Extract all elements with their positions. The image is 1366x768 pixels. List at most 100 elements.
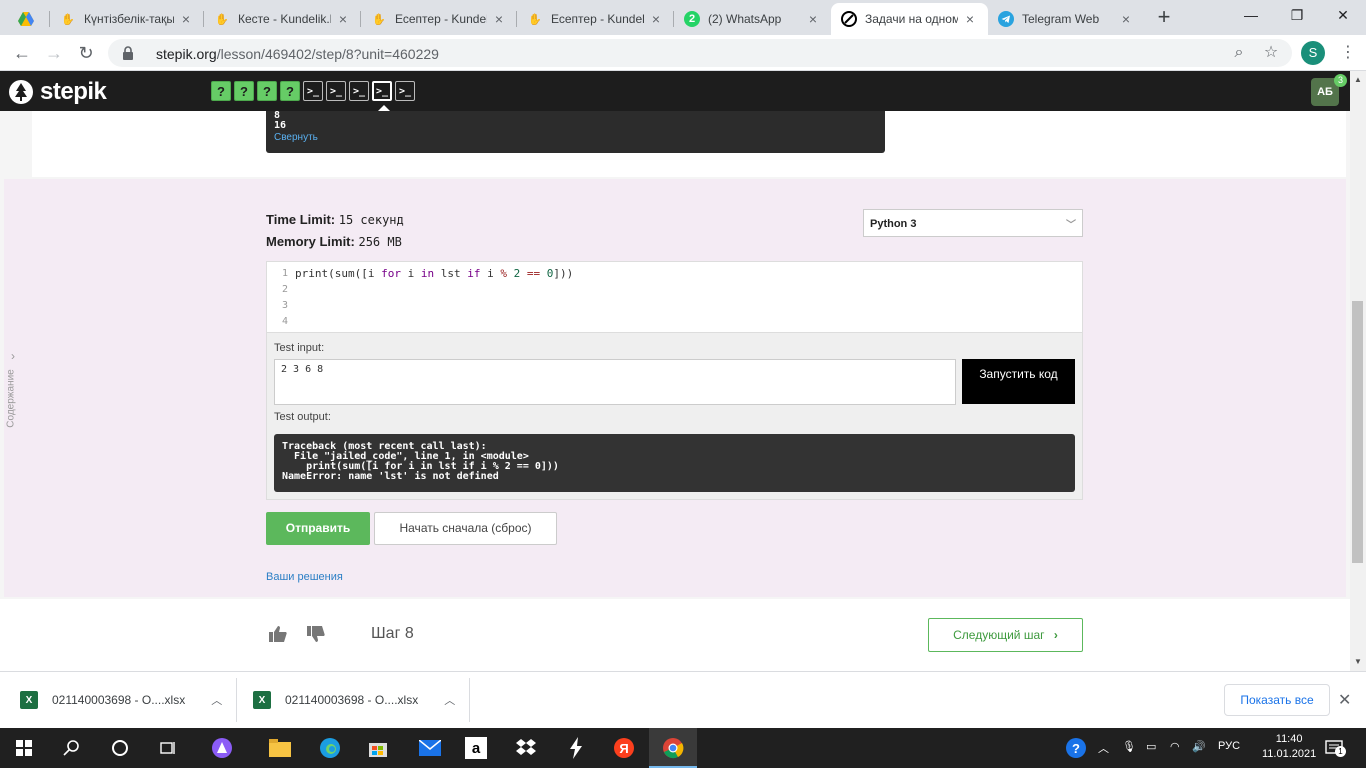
- download-item-1[interactable]: X 021140003698 - О....xlsx ︿: [20, 680, 222, 720]
- submit-button[interactable]: Отправить: [266, 512, 370, 545]
- chevron-up-icon[interactable]: ︿: [211, 692, 222, 708]
- close-icon[interactable]: ×: [1118, 11, 1134, 27]
- previous-output: 8 16 Свернуть: [266, 111, 885, 153]
- scroll-down-arrow-icon[interactable]: ▼: [1353, 657, 1363, 667]
- chrome-icon[interactable]: [661, 736, 685, 760]
- file-explorer-icon[interactable]: [268, 736, 292, 760]
- code-editor[interactable]: 1 2 3 4 print(sum([i for i in lst if i %…: [266, 261, 1083, 333]
- limits-info: Time Limit: 15 секунд Memory Limit: 256 …: [266, 212, 404, 249]
- zoom-icon[interactable]: ⌕: [1230, 44, 1248, 62]
- kundelik-icon: ✋: [215, 13, 229, 26]
- microphone-icon[interactable]: 🎙: [1122, 740, 1136, 753]
- input-language[interactable]: РУС: [1218, 740, 1240, 752]
- tab-kundelik-4[interactable]: ✋ Есептер - Kundelik ×: [517, 3, 674, 35]
- tab-kundelik-1[interactable]: ✋ Күнтізбелік-тақы ×: [50, 3, 204, 35]
- close-icon[interactable]: ×: [805, 11, 821, 27]
- battery-icon[interactable]: ▭: [1146, 740, 1156, 753]
- edge-icon[interactable]: [318, 736, 342, 760]
- step-code-5[interactable]: >_: [303, 81, 323, 101]
- code-challenge-section: › Содержание Time Limit: 15 секунд Memor…: [4, 179, 1346, 597]
- stepik-logo[interactable]: stepik: [8, 78, 107, 106]
- menu-icon[interactable]: ⋮: [1338, 41, 1358, 65]
- tab-kundelik-2[interactable]: ✋ Кесте - Kundelik.k ×: [204, 3, 361, 35]
- bookmark-star-icon[interactable]: ☆: [1262, 44, 1280, 62]
- clock[interactable]: 11:40 11.01.2021: [1262, 732, 1316, 762]
- search-icon[interactable]: [60, 736, 84, 760]
- task-view-icon[interactable]: [156, 736, 180, 760]
- step-code-9[interactable]: >_: [395, 81, 415, 101]
- tab-stepik[interactable]: Задачи на одном ×: [831, 3, 988, 35]
- line-numbers: 1 2 3 4: [281, 268, 288, 327]
- tab-kundelik-3[interactable]: ✋ Есептер - Kundelik ×: [361, 3, 517, 35]
- wifi-icon[interactable]: ◠: [1170, 740, 1180, 753]
- close-icon[interactable]: ×: [962, 11, 978, 27]
- run-code-button[interactable]: Запустить код: [962, 359, 1075, 404]
- svg-text:?: ?: [1072, 741, 1080, 756]
- scroll-up-arrow-icon[interactable]: ▲: [1353, 75, 1363, 85]
- browser-toolbar: ← → ↻ stepik.org/lesson/469402/step/8?un…: [0, 35, 1366, 71]
- thumbs-up-icon[interactable]: [268, 625, 288, 643]
- address-bar[interactable]: stepik.org/lesson/469402/step/8?unit=460…: [108, 39, 1292, 67]
- thumbs-down-icon[interactable]: [306, 625, 326, 643]
- test-input-field[interactable]: 2 3 6 8: [274, 359, 956, 405]
- dropbox-icon[interactable]: [514, 736, 538, 760]
- close-icon[interactable]: ×: [648, 11, 664, 27]
- collapse-link[interactable]: Свернуть: [274, 131, 877, 145]
- chevron-up-icon[interactable]: ︿: [444, 692, 455, 708]
- bolt-app-icon[interactable]: [564, 736, 588, 760]
- download-divider: [469, 678, 470, 722]
- close-icon[interactable]: ×: [178, 11, 194, 27]
- volume-icon[interactable]: 🔊: [1192, 740, 1206, 753]
- step-code-8[interactable]: >_: [372, 81, 392, 101]
- reset-button[interactable]: Начать сначала (сброс): [374, 512, 557, 545]
- microsoft-store-icon[interactable]: [366, 736, 390, 760]
- step-quiz-4[interactable]: ?: [280, 81, 300, 101]
- profile-avatar[interactable]: S: [1301, 41, 1325, 65]
- amazon-icon[interactable]: a: [464, 736, 488, 760]
- mail-icon[interactable]: [418, 736, 442, 760]
- contents-sidebar-toggle[interactable]: › Содержание: [4, 349, 28, 439]
- code-line-1[interactable]: print(sum([i for i in lst if i % 2 == 0]…: [295, 266, 573, 282]
- download-item-2[interactable]: X 021140003698 - О....xlsx ︿: [253, 680, 455, 720]
- step-quiz-3[interactable]: ?: [257, 81, 277, 101]
- tab-telegram[interactable]: Telegram Web ×: [988, 3, 1144, 35]
- tray-expand-icon[interactable]: ︿: [1098, 740, 1109, 756]
- scrollbar-thumb[interactable]: [1352, 301, 1363, 563]
- close-icon[interactable]: ✕: [1338, 690, 1351, 710]
- excel-file-icon: X: [20, 691, 38, 709]
- step-code-7[interactable]: >_: [349, 81, 369, 101]
- reload-button[interactable]: ↻: [74, 41, 98, 65]
- excel-file-icon: X: [253, 691, 271, 709]
- close-icon[interactable]: ×: [491, 11, 507, 27]
- minimize-button[interactable]: —: [1228, 0, 1274, 30]
- help-icon[interactable]: ?: [1064, 736, 1088, 760]
- tab-google-drive[interactable]: [8, 3, 50, 35]
- cortana-icon[interactable]: [108, 736, 132, 760]
- stepik-header: stepik ? ? ? ? >_ >_ >_ >_ >_ АБ 3: [0, 71, 1350, 112]
- forward-button[interactable]: →: [42, 41, 66, 65]
- new-tab-button[interactable]: +: [1152, 6, 1176, 30]
- close-window-button[interactable]: ✕: [1320, 0, 1366, 30]
- yandex-icon[interactable]: Я: [612, 736, 636, 760]
- download-shelf: X 021140003698 - О....xlsx ︿ X 021140003…: [0, 671, 1366, 728]
- next-step-button[interactable]: Следующий шаг ›: [928, 618, 1083, 652]
- step-quiz-2[interactable]: ?: [234, 81, 254, 101]
- back-button[interactable]: ←: [10, 41, 34, 65]
- windows-start-icon[interactable]: [12, 736, 36, 760]
- svg-text:Я: Я: [619, 741, 628, 756]
- tab-whatsapp[interactable]: 2 (2) WhatsApp ×: [674, 3, 831, 35]
- show-all-downloads-button[interactable]: Показать все: [1224, 684, 1330, 716]
- step-code-6[interactable]: >_: [326, 81, 346, 101]
- your-solutions-link[interactable]: Ваши решения: [266, 571, 343, 583]
- lock-icon[interactable]: [120, 45, 136, 61]
- language-select[interactable]: Python 3 ﹀: [863, 209, 1083, 237]
- page-scrollbar[interactable]: ▲ ▼: [1350, 71, 1366, 671]
- notification-center-icon[interactable]: 1: [1322, 736, 1346, 760]
- step-number: Шаг 8: [371, 625, 414, 642]
- step-quiz-1[interactable]: ?: [211, 81, 231, 101]
- alice-assistant-icon[interactable]: [210, 736, 234, 760]
- test-output: Traceback (most recent call last): File …: [274, 434, 1075, 492]
- close-icon[interactable]: ×: [335, 11, 351, 27]
- maximize-button[interactable]: ❐: [1274, 0, 1320, 30]
- notification-badge[interactable]: 3: [1334, 74, 1347, 87]
